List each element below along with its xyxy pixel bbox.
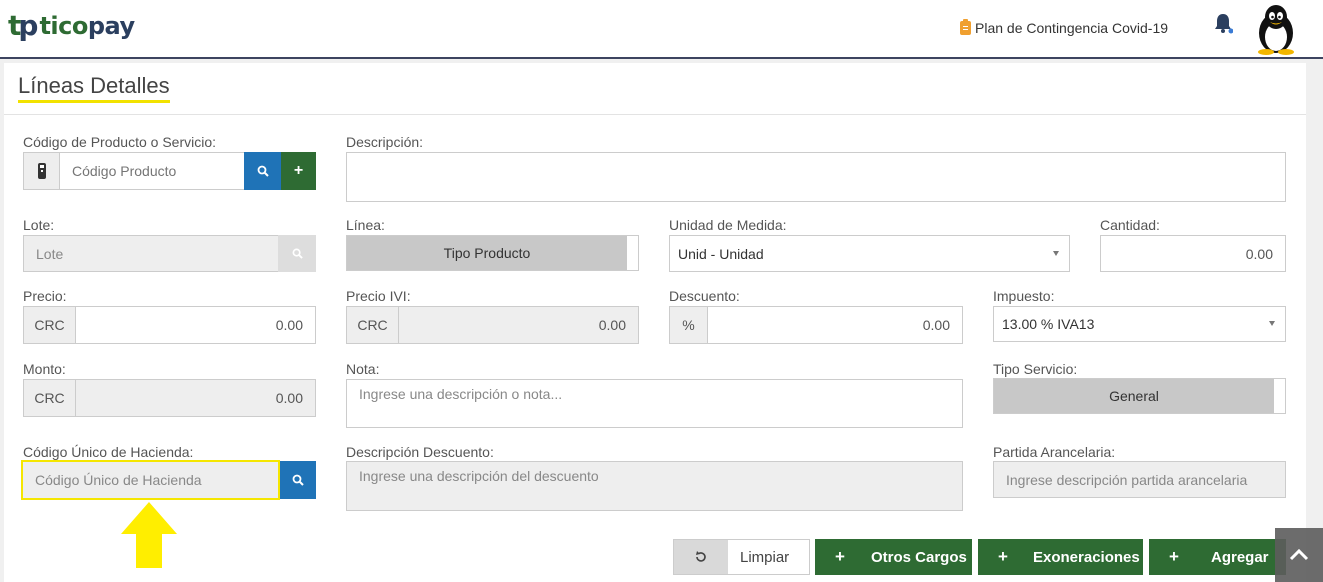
unidad-medida-value: Unid - Unidad xyxy=(678,245,764,262)
precio-ivi-value: 0.00 xyxy=(598,317,626,333)
codigo-producto-label: Código de Producto o Servicio: xyxy=(23,134,216,150)
plus-icon: + xyxy=(1169,547,1179,566)
partida-arancelaria-label: Partida Arancelaria: xyxy=(993,444,1116,460)
covid-plan-link[interactable]: Plan de Contingencia Covid-19 xyxy=(960,19,1169,36)
otros-cargos-button[interactable]: + Otros Cargos xyxy=(815,539,972,575)
descripcion-label: Descripción: xyxy=(346,134,424,150)
card-title: Líneas Detalles xyxy=(18,73,170,103)
cantidad-input[interactable]: 0.00 xyxy=(1100,235,1286,272)
precio-ivi-group: CRC 0.00 xyxy=(346,306,639,344)
precio-value: 0.00 xyxy=(275,317,303,333)
otros-cargos-label: Otros Cargos xyxy=(871,548,967,566)
impuesto-label: Impuesto: xyxy=(993,288,1055,304)
plus-icon: + xyxy=(998,547,1008,566)
barcode-scanner-icon xyxy=(24,153,60,189)
codigo-hacienda-input[interactable]: Código Único de Hacienda xyxy=(21,460,280,500)
precio-label: Precio: xyxy=(23,288,67,304)
codigo-hacienda-placeholder: Código Único de Hacienda xyxy=(35,472,202,488)
yellow-up-arrow-icon xyxy=(121,502,177,568)
dropdown-caret-icon xyxy=(1269,321,1275,326)
tipo-servicio-label: Tipo Servicio: xyxy=(993,361,1078,377)
precio-group[interactable]: CRC 0.00 xyxy=(23,306,316,344)
logo-mark: tp xyxy=(8,9,38,42)
percent-addon: % xyxy=(670,307,708,343)
unidad-medida-select[interactable]: Unid - Unidad xyxy=(669,235,1070,272)
tipo-servicio-value: General xyxy=(994,379,1274,413)
search-hacienda-button[interactable] xyxy=(280,461,316,499)
exoneraciones-label: Exoneraciones xyxy=(1033,548,1140,566)
search-icon xyxy=(257,165,269,177)
covid-plan-label: Plan de Contingencia Covid-19 xyxy=(975,20,1169,36)
precio-currency: CRC xyxy=(24,307,76,343)
dropdown-caret-icon xyxy=(1053,251,1059,256)
search-icon xyxy=(292,248,303,259)
undo-icon xyxy=(674,540,728,574)
precio-ivi-currency: CRC xyxy=(347,307,399,343)
descuento-group[interactable]: % 0.00 xyxy=(669,306,963,344)
bell-icon[interactable] xyxy=(1213,12,1233,34)
codigo-hacienda-label: Código Único de Hacienda: xyxy=(23,444,194,460)
lote-label: Lote: xyxy=(23,217,55,233)
descripcion-descuento-textarea[interactable]: Ingrese una descripción del descuento xyxy=(346,461,963,511)
agregar-button[interactable]: + Agregar xyxy=(1149,539,1286,575)
ticopay-logo[interactable]: tp ticopay xyxy=(8,9,135,42)
search-lote-button[interactable] xyxy=(278,235,316,272)
lote-input[interactable]: Lote xyxy=(23,235,279,272)
clipboard-icon xyxy=(960,19,971,35)
cantidad-label: Cantidad: xyxy=(1100,217,1160,233)
descuento-value: 0.00 xyxy=(922,317,950,333)
user-avatar-penguin[interactable] xyxy=(1254,3,1298,55)
card-header: Líneas Detalles xyxy=(4,63,1306,115)
nota-label: Nota: xyxy=(346,361,380,377)
linea-value: Tipo Producto xyxy=(347,236,627,270)
scroll-to-top-button[interactable] xyxy=(1275,528,1323,582)
limpiar-button[interactable]: Limpiar xyxy=(673,539,810,575)
chevron-up-icon xyxy=(1289,549,1309,561)
cantidad-value: 0.00 xyxy=(1245,245,1273,262)
precio-ivi-label: Precio IVI: xyxy=(346,288,411,304)
partida-arancelaria-input[interactable]: Ingrese descripción partida arancelaria xyxy=(993,461,1286,498)
lote-placeholder: Lote xyxy=(36,245,64,262)
monto-currency: CRC xyxy=(24,380,76,416)
impuesto-select[interactable]: 13.00 % IVA13 xyxy=(993,306,1286,342)
nota-textarea[interactable]: Ingrese una descripción o nota... xyxy=(346,379,963,428)
unidad-medida-label: Unidad de Medida: xyxy=(669,217,787,233)
monto-group: CRC 0.00 xyxy=(23,379,316,417)
codigo-producto-group xyxy=(23,152,245,190)
top-navbar: tp ticopay Plan de Contingencia Covid-19 xyxy=(0,0,1323,59)
partida-arancelaria-placeholder: Ingrese descripción partida arancelaria xyxy=(1006,471,1248,488)
monto-label: Monto: xyxy=(23,361,66,377)
add-producto-button[interactable]: + xyxy=(281,152,316,190)
agregar-label: Agregar xyxy=(1211,548,1269,566)
limpiar-label: Limpiar xyxy=(740,548,790,566)
tipo-servicio-toggle[interactable]: General xyxy=(993,378,1286,414)
linea-toggle[interactable]: Tipo Producto xyxy=(346,235,639,271)
impuesto-value: 13.00 % IVA13 xyxy=(1002,316,1095,332)
plus-icon: + xyxy=(835,547,845,566)
logo-text: ticopay xyxy=(39,12,135,40)
search-producto-button[interactable] xyxy=(244,152,281,190)
plus-icon: + xyxy=(293,162,304,179)
codigo-producto-input[interactable] xyxy=(60,153,244,189)
linea-label: Línea: xyxy=(346,217,385,233)
descuento-label: Descuento: xyxy=(669,288,740,304)
descripcion-descuento-label: Descripción Descuento: xyxy=(346,444,494,460)
monto-value: 0.00 xyxy=(275,390,303,406)
search-icon xyxy=(292,474,304,486)
descripcion-textarea[interactable] xyxy=(346,152,1286,202)
exoneraciones-button[interactable]: + Exoneraciones xyxy=(978,539,1143,575)
